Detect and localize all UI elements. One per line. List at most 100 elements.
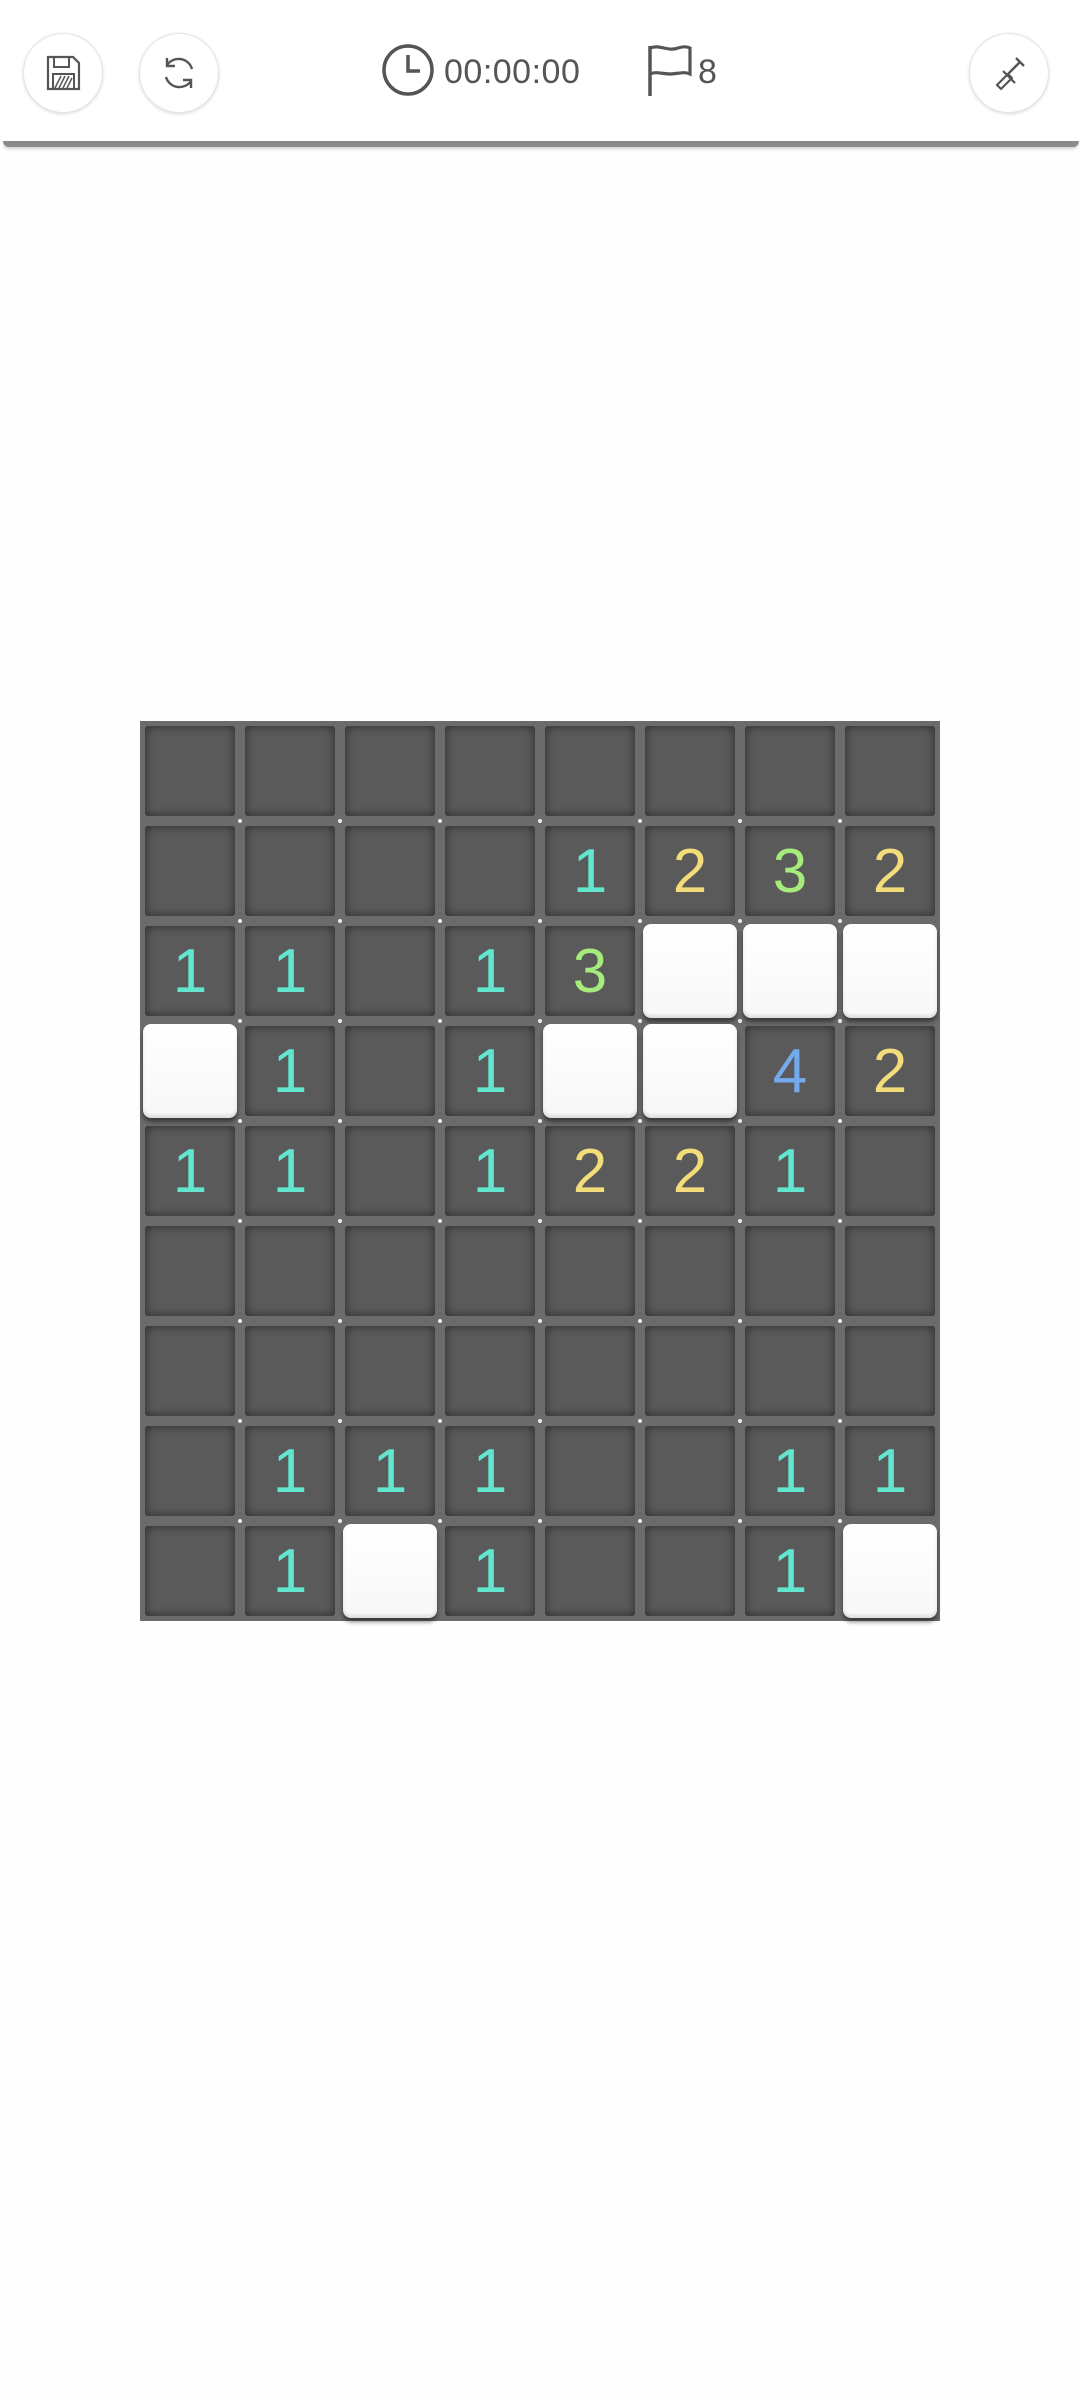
revealed-empty-cell[interactable] <box>140 1521 240 1621</box>
revealed-empty-cell[interactable] <box>340 721 440 821</box>
restart-button[interactable] <box>139 33 219 113</box>
revealed-empty-cell[interactable] <box>140 1221 240 1321</box>
revealed-empty-cell[interactable] <box>540 721 640 821</box>
cell-number: 2 <box>845 1026 935 1116</box>
shovel-icon <box>988 52 1030 94</box>
flag-counter: 8 <box>644 44 717 100</box>
revealed-number-cell[interactable]: 1 <box>140 921 240 1021</box>
revealed-empty-cell[interactable] <box>638 1219 740 1321</box>
revealed-empty-cell[interactable] <box>140 1421 240 1521</box>
cell-number: 4 <box>745 1026 835 1116</box>
grid-dot <box>338 1519 342 1523</box>
revealed-empty-cell[interactable] <box>838 1319 940 1421</box>
revealed-empty-cell[interactable] <box>240 721 340 821</box>
revealed-empty-cell[interactable] <box>638 1519 740 1621</box>
covered-cell[interactable] <box>140 1021 240 1121</box>
revealed-number-cell[interactable]: 1 <box>438 1519 540 1621</box>
save-button[interactable] <box>23 33 103 113</box>
revealed-empty-cell[interactable] <box>538 1519 640 1621</box>
covered-cell[interactable] <box>338 1519 440 1621</box>
revealed-number-cell[interactable]: 1 <box>238 1419 340 1521</box>
revealed-number-cell[interactable]: 1 <box>238 1019 340 1121</box>
grid-dot <box>238 1219 242 1223</box>
dig-mode-button[interactable] <box>969 33 1049 113</box>
revealed-empty-cell[interactable] <box>438 819 540 921</box>
revealed-number-cell[interactable]: 1 <box>140 1121 240 1221</box>
revealed-empty-cell[interactable] <box>638 1419 740 1521</box>
grid-dot <box>738 919 742 923</box>
revealed-empty-cell[interactable] <box>140 1321 240 1421</box>
revealed-number-cell[interactable]: 1 <box>438 1419 540 1521</box>
revealed-empty-cell[interactable] <box>438 1319 540 1421</box>
revealed-number-cell[interactable]: 1 <box>438 1119 540 1221</box>
revealed-empty-cell[interactable] <box>638 1319 740 1421</box>
grid-dot <box>538 1519 542 1523</box>
revealed-empty-cell[interactable] <box>840 721 940 821</box>
revealed-empty-cell[interactable] <box>338 1019 440 1121</box>
cell-number: 1 <box>245 1426 335 1516</box>
grid-dot <box>338 819 342 823</box>
revealed-number-cell[interactable]: 1 <box>838 1419 940 1521</box>
revealed-number-cell[interactable]: 1 <box>738 1519 840 1621</box>
cell-number: 1 <box>445 1526 535 1616</box>
grid-dot <box>538 819 542 823</box>
revealed-empty-cell[interactable] <box>538 1219 640 1321</box>
revealed-number-cell[interactable]: 1 <box>238 1119 340 1221</box>
covered-cell[interactable] <box>638 1019 740 1121</box>
grid-dot <box>238 1319 242 1323</box>
cell-face <box>845 726 935 816</box>
covered-cell[interactable] <box>638 919 740 1021</box>
revealed-number-cell[interactable]: 2 <box>638 819 740 921</box>
revealed-number-cell[interactable]: 2 <box>838 819 940 921</box>
revealed-number-cell[interactable]: 2 <box>638 1119 740 1221</box>
revealed-empty-cell[interactable] <box>338 819 440 921</box>
revealed-number-cell[interactable]: 2 <box>538 1119 640 1221</box>
revealed-number-cell[interactable]: 2 <box>838 1019 940 1121</box>
revealed-number-cell[interactable]: 1 <box>438 1019 540 1121</box>
grid-dot <box>638 819 642 823</box>
grid-dot <box>438 1519 442 1523</box>
revealed-empty-cell[interactable] <box>438 1219 540 1321</box>
revealed-empty-cell[interactable] <box>338 919 440 1021</box>
covered-cell[interactable] <box>838 919 940 1021</box>
revealed-number-cell[interactable]: 1 <box>438 919 540 1021</box>
revealed-empty-cell[interactable] <box>738 1219 840 1321</box>
covered-cell[interactable] <box>538 1019 640 1121</box>
revealed-empty-cell[interactable] <box>640 721 740 821</box>
grid-dot <box>338 1419 342 1423</box>
revealed-number-cell[interactable]: 3 <box>538 919 640 1021</box>
revealed-empty-cell[interactable] <box>238 819 340 921</box>
revealed-number-cell[interactable]: 1 <box>738 1419 840 1521</box>
revealed-empty-cell[interactable] <box>338 1119 440 1221</box>
revealed-empty-cell[interactable] <box>738 1319 840 1421</box>
covered-cell[interactable] <box>838 1519 940 1621</box>
cell-number: 1 <box>145 1126 235 1216</box>
revealed-empty-cell[interactable] <box>140 721 240 821</box>
cell-face <box>245 1226 335 1316</box>
revealed-empty-cell[interactable] <box>238 1219 340 1321</box>
revealed-number-cell[interactable]: 4 <box>738 1019 840 1121</box>
revealed-empty-cell[interactable] <box>838 1119 940 1221</box>
cell-face <box>843 1524 937 1618</box>
revealed-empty-cell[interactable] <box>538 1319 640 1421</box>
cell-face <box>545 1226 635 1316</box>
grid-dot <box>738 1419 742 1423</box>
revealed-number-cell[interactable]: 1 <box>238 1519 340 1621</box>
cell-number: 1 <box>245 926 335 1016</box>
revealed-number-cell[interactable]: 1 <box>738 1119 840 1221</box>
revealed-empty-cell[interactable] <box>338 1219 440 1321</box>
grid-dot <box>338 1319 342 1323</box>
revealed-number-cell[interactable]: 1 <box>338 1419 440 1521</box>
revealed-empty-cell[interactable] <box>338 1319 440 1421</box>
revealed-empty-cell[interactable] <box>440 721 540 821</box>
cell-number: 1 <box>545 826 635 916</box>
covered-cell[interactable] <box>738 919 840 1021</box>
revealed-empty-cell[interactable] <box>140 821 240 921</box>
revealed-empty-cell[interactable] <box>538 1419 640 1521</box>
revealed-number-cell[interactable]: 1 <box>538 819 640 921</box>
revealed-empty-cell[interactable] <box>838 1219 940 1321</box>
revealed-number-cell[interactable]: 1 <box>238 919 340 1021</box>
revealed-empty-cell[interactable] <box>740 721 840 821</box>
revealed-empty-cell[interactable] <box>238 1319 340 1421</box>
revealed-number-cell[interactable]: 3 <box>738 819 840 921</box>
